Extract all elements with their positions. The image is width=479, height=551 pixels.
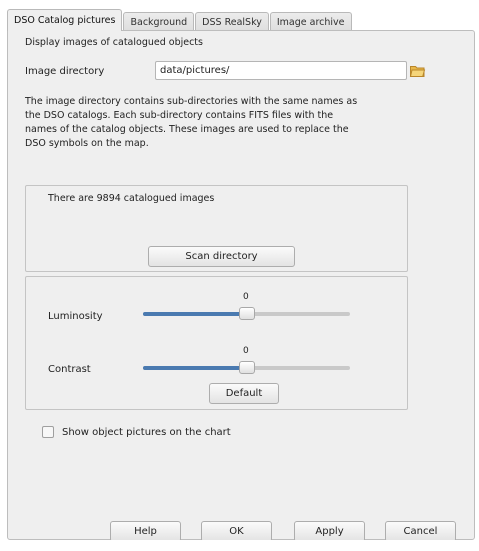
folder-open-icon[interactable] [409, 62, 426, 79]
default-button[interactable]: Default [209, 383, 279, 404]
slider-handle[interactable] [238, 361, 255, 374]
ok-button[interactable]: OK [201, 521, 272, 542]
contrast-slider[interactable] [143, 361, 350, 375]
luminosity-value: 0 [243, 292, 249, 302]
luminosity-slider[interactable] [143, 307, 350, 321]
description-line: the DSO catalogs. Each sub-directory con… [25, 110, 334, 121]
help-button[interactable]: Help [110, 521, 181, 542]
image-directory-label: Image directory [25, 66, 105, 77]
tab-image-archive[interactable]: Image archive [269, 12, 352, 31]
image-directory-input[interactable] [155, 61, 407, 80]
tab-dss-realsky[interactable]: DSS RealSky [195, 12, 269, 31]
slider-fill [143, 312, 247, 316]
luminosity-label: Luminosity [48, 311, 103, 322]
description-line: names of the catalog objects. These imag… [25, 124, 349, 135]
show-pictures-label: Show object pictures on the chart [62, 427, 231, 438]
contrast-value: 0 [243, 346, 249, 356]
tab-dso-catalog-pictures[interactable]: DSO Catalog pictures [7, 9, 123, 31]
image-directory-description: The image directory contains sub-directo… [25, 95, 420, 151]
contrast-label: Contrast [48, 364, 91, 375]
slider-fill [143, 366, 247, 370]
apply-button[interactable]: Apply [294, 521, 365, 542]
catalog-count-text: There are 9894 catalogued images [48, 193, 215, 204]
description-line: DSO symbols on the map. [25, 138, 149, 149]
window-bottom-edge [7, 540, 475, 551]
slider-handle[interactable] [238, 307, 255, 320]
description-line: The image directory contains sub-directo… [25, 96, 358, 107]
panel-heading: Display images of catalogued objects [25, 37, 203, 48]
tab-background[interactable]: Background [123, 12, 195, 31]
show-pictures-checkbox[interactable] [42, 426, 54, 438]
scan-directory-button[interactable]: Scan directory [148, 246, 295, 267]
cancel-button[interactable]: Cancel [385, 521, 456, 542]
tab-bar: DSO Catalog pictures Background DSS Real… [7, 9, 353, 31]
